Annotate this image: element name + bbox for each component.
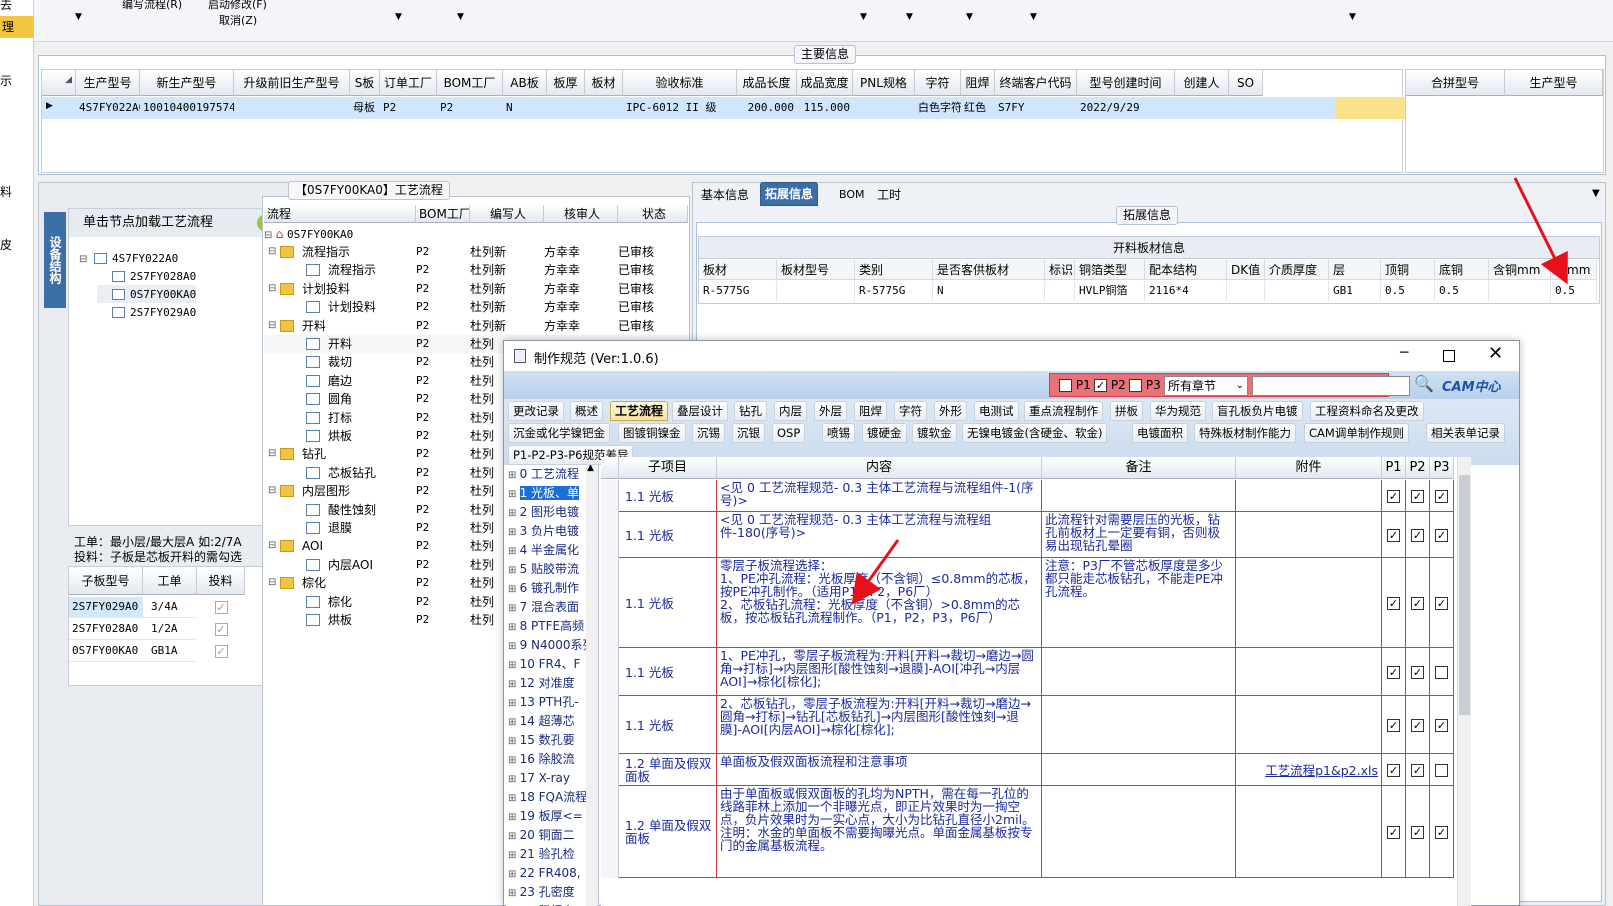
annotation-arrow [851,539,900,605]
annotation-arrows [851,177,1568,605]
annotation-arrow [1513,177,1568,285]
